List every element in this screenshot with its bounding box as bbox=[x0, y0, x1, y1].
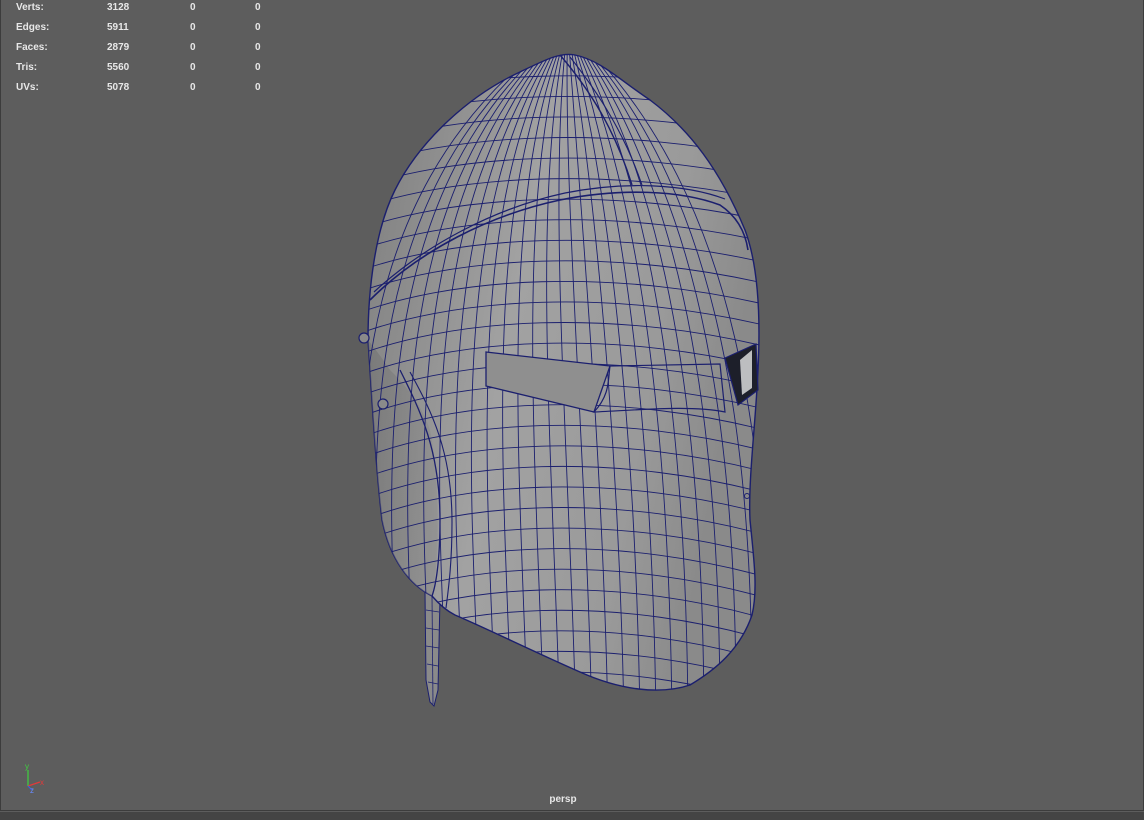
stat-highlighted: 0 bbox=[255, 62, 261, 73]
hinge-rivet-lower bbox=[377, 398, 389, 410]
stat-total: 5078 bbox=[107, 82, 130, 93]
stat-total: 5911 bbox=[107, 22, 129, 33]
stat-highlighted: 0 bbox=[255, 42, 261, 53]
stat-total: 5560 bbox=[107, 62, 130, 73]
stat-total: 2879 bbox=[107, 42, 130, 53]
stat-label: Verts: bbox=[16, 2, 44, 13]
axis-z-label: z bbox=[30, 786, 34, 794]
hinge-rivet-upper bbox=[358, 332, 370, 344]
stat-highlighted: 0 bbox=[255, 2, 261, 13]
stat-label: Edges: bbox=[16, 22, 50, 33]
stat-total: 3128 bbox=[107, 2, 130, 13]
viewport-bottom-bar bbox=[0, 812, 1144, 820]
camera-name-label: persp bbox=[549, 794, 577, 805]
stat-selected: 0 bbox=[190, 42, 196, 53]
stat-highlighted: 0 bbox=[255, 82, 261, 93]
helmet-mesh[interactable] bbox=[0, 0, 1144, 820]
axis-y-label: y bbox=[25, 762, 29, 771]
axis-gizmo: y z x bbox=[25, 762, 44, 794]
stat-label: UVs: bbox=[16, 82, 39, 93]
axis-x-label: x bbox=[40, 778, 44, 787]
stat-label: Faces: bbox=[16, 42, 48, 53]
stat-selected: 0 bbox=[190, 62, 196, 73]
stat-selected: 0 bbox=[190, 2, 196, 13]
stat-selected: 0 bbox=[190, 82, 196, 93]
stat-label: Tris: bbox=[16, 62, 38, 73]
stat-highlighted: 0 bbox=[255, 22, 261, 33]
stat-selected: 0 bbox=[190, 22, 196, 33]
perspective-viewport[interactable]: Verts: 3128 0 0 Edges: 5911 0 0 Faces: 2879 0 0 Tris… bbox=[0, 0, 1144, 820]
